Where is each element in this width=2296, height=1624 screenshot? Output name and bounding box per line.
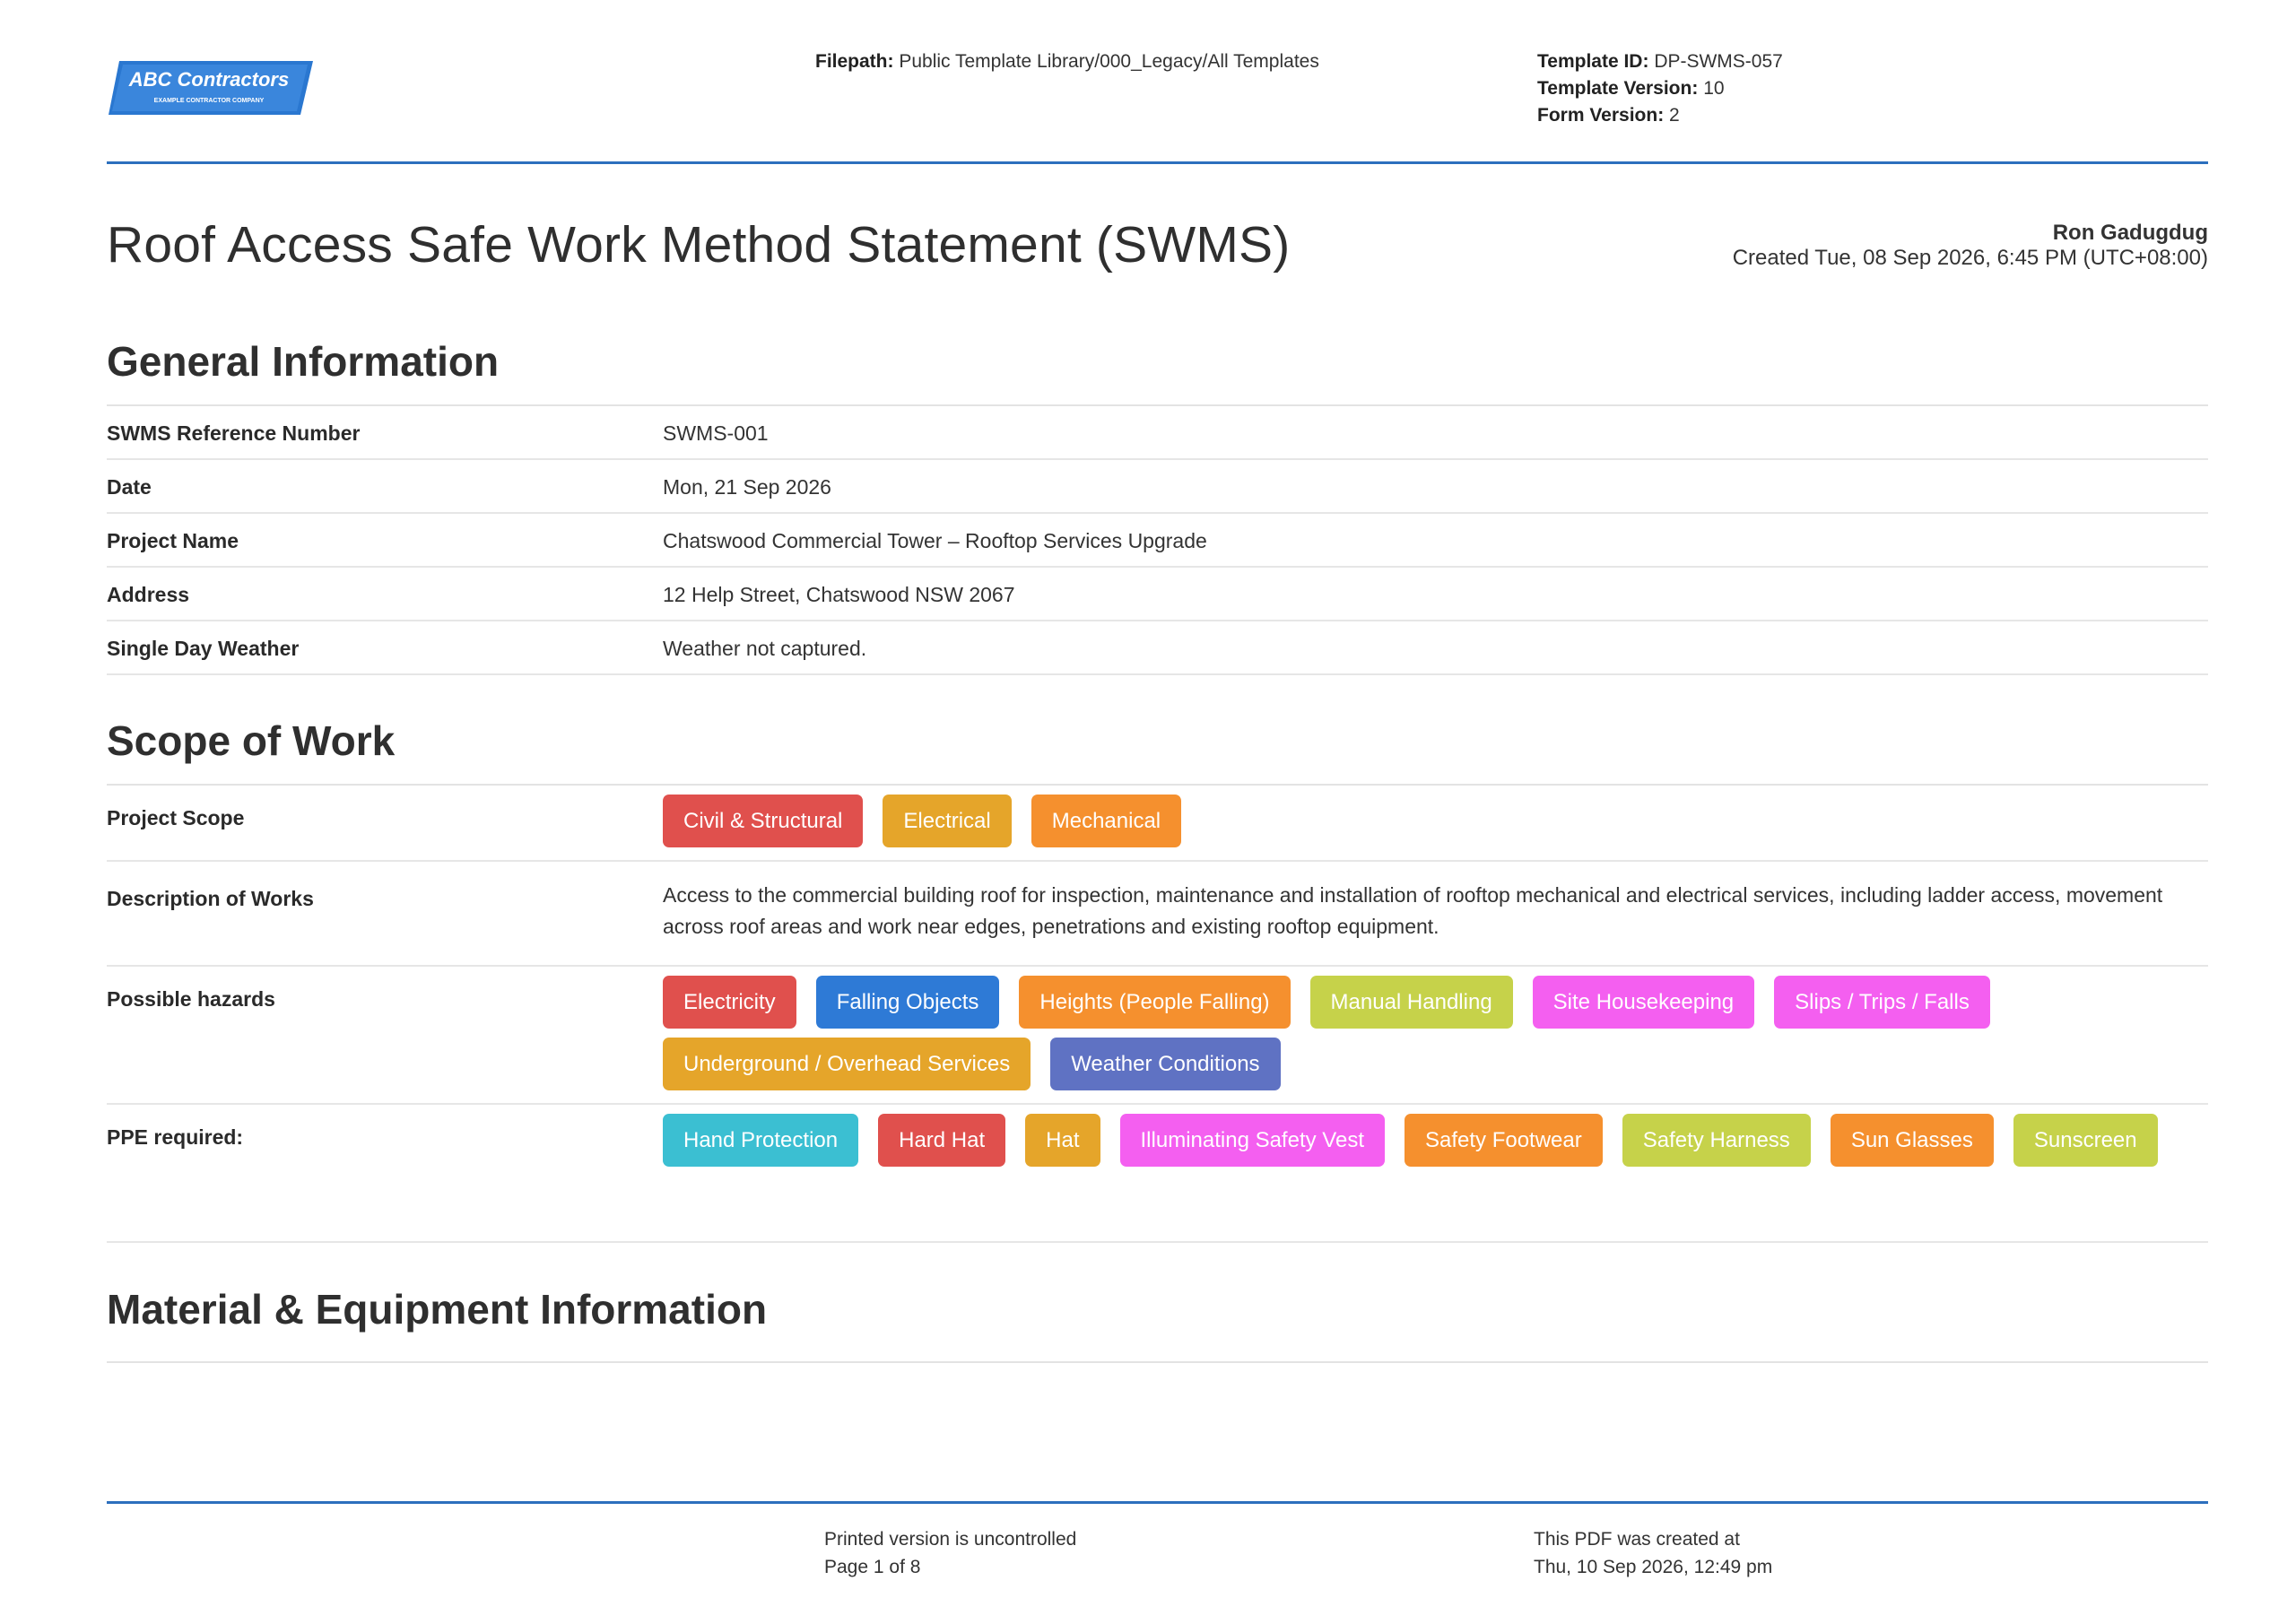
description-row: Description of Works Access to the comme… [107, 862, 2208, 967]
ppe-tag: Safety Footwear [1404, 1114, 1603, 1167]
document-header: ABC Contractors EXAMPLE CONTRACTOR COMPA… [107, 0, 2208, 164]
info-value: Chatswood Commercial Tower – Rooftop Ser… [663, 529, 1207, 552]
hazard-tag: Slips / Trips / Falls [1774, 976, 1990, 1029]
info-label: Address [107, 583, 190, 606]
author-block: Ron Gadugdug Created Tue, 08 Sep 2026, 6… [1733, 221, 2208, 271]
info-row-project-name: Project Name Chatswood Commercial Tower … [107, 514, 2208, 568]
section-heading-material: Material & Equipment Information [107, 1264, 2208, 1363]
footer-created-info: This PDF was created at Thu, 10 Sep 2026… [1534, 1525, 1772, 1581]
document-footer: Printed version is uncontrolled Page 1 o… [107, 1501, 2208, 1577]
description-value: Access to the commercial building roof f… [663, 883, 2163, 938]
page-title: Roof Access Safe Work Method Statement (… [107, 216, 1291, 274]
logo-name: ABC Contractors [128, 68, 289, 91]
info-label: Date [107, 475, 152, 499]
project-scope-label: Project Scope [107, 806, 245, 829]
template-version-label: Template Version: [1537, 78, 1699, 99]
ppe-label: PPE required: [107, 1125, 244, 1149]
project-scope-tags: Civil & Structural Electrical Mechanical [663, 795, 2205, 856]
info-row-address: Address 12 Help Street, Chatswood NSW 20… [107, 568, 2208, 621]
info-label: Single Day Weather [107, 637, 300, 660]
ppe-tag: Safety Harness [1622, 1114, 1811, 1167]
created-timestamp: Created Tue, 08 Sep 2026, 6:45 PM (UTC+0… [1732, 246, 2208, 270]
ppe-tag: Hard Hat [878, 1114, 1006, 1167]
hazard-tag: Heights (People Falling) [1019, 976, 1291, 1029]
project-scope-tag: Civil & Structural [663, 795, 864, 847]
ppe-tags: Hand Protection Hard Hat Hat Illuminating S… [663, 1114, 2205, 1176]
general-information-section: General Information SWMS Reference Numbe… [107, 317, 2208, 675]
info-value: 12 Help Street, Chatswood NSW 2067 [663, 583, 1015, 606]
ppe-tag: Hand Protection [663, 1114, 859, 1167]
template-meta-block: Template ID: DP-SWMS-057 Template Versio… [1537, 48, 1783, 129]
footer-page-info: Printed version is uncontrolled Page 1 o… [824, 1525, 1076, 1581]
scope-of-work-section: Scope of Work Project Scope Civil & Stru… [107, 696, 2208, 1243]
form-version-value: 2 [1669, 105, 1680, 126]
info-label: SWMS Reference Number [107, 421, 361, 445]
info-row-reference: SWMS Reference Number SWMS-001 [107, 406, 2208, 460]
hazard-tag: Weather Conditions [1050, 1038, 1281, 1090]
author-name: Ron Gadugdug [2052, 221, 2208, 245]
document-page: ABC Contractors EXAMPLE CONTRACTOR COMPA… [107, 0, 2208, 1624]
uncontrolled-notice: Printed version is uncontrolled [824, 1529, 1077, 1550]
hazards-row: Possible hazards Electricity Falling Obje… [107, 967, 2208, 1105]
hazard-tag: Manual Handling [1309, 976, 1513, 1029]
project-scope-tag: Mechanical [1031, 795, 1182, 847]
info-label: Project Name [107, 529, 239, 552]
info-row-weather: Single Day Weather Weather not captured. [107, 621, 2208, 675]
logo-tagline: EXAMPLE CONTRACTOR COMPANY [154, 98, 265, 104]
form-version-label: Form Version: [1537, 105, 1665, 126]
ppe-tag: Sun Glasses [1830, 1114, 1994, 1167]
section-heading-scope: Scope of Work [107, 696, 2208, 786]
filepath-value: Public Template Library/000_Legacy/All T… [899, 51, 1319, 72]
ppe-row: PPE required: Hand Protection Hard Hat Hat… [107, 1105, 2208, 1243]
hazard-tag: Electricity [663, 976, 796, 1029]
info-value: SWMS-001 [663, 421, 769, 445]
info-row-date: Date Mon, 21 Sep 2026 [107, 460, 2208, 514]
pdf-created-label: This PDF was created at [1534, 1529, 1740, 1550]
hazards-tags: Electricity Falling Objects Heights (Peopl… [663, 976, 2205, 1099]
template-version-value: 10 [1703, 78, 1725, 99]
ppe-tag: Hat [1025, 1114, 1100, 1167]
project-scope-row: Project Scope Civil & Structural Electric… [107, 786, 2208, 862]
description-label: Description of Works [107, 887, 314, 910]
template-id-value: DP-SWMS-057 [1654, 51, 1783, 72]
hazard-tag: Underground / Overhead Services [663, 1038, 1031, 1090]
info-value: Weather not captured. [663, 637, 867, 660]
material-equipment-section: Material & Equipment Information [107, 1264, 2208, 1363]
hazard-tag: Falling Objects [815, 976, 1000, 1029]
ppe-tag: Sunscreen [2013, 1114, 2158, 1167]
template-id-label: Template ID: [1537, 51, 1649, 72]
project-scope-tag: Electrical [883, 795, 1012, 847]
hazard-tag: Site Housekeeping [1532, 976, 1755, 1029]
hazards-label: Possible hazards [107, 987, 275, 1011]
info-value: Mon, 21 Sep 2026 [663, 475, 831, 499]
company-logo: ABC Contractors EXAMPLE CONTRACTOR COMPA… [109, 61, 313, 115]
ppe-tag: Illuminating Safety Vest [1119, 1114, 1385, 1167]
section-heading-general: General Information [107, 317, 2208, 406]
filepath-block: Filepath: Public Template Library/000_Le… [815, 48, 1319, 75]
filepath-label: Filepath: [815, 51, 894, 72]
page-number: Page 1 of 8 [824, 1557, 921, 1577]
pdf-created-value: Thu, 10 Sep 2026, 12:49 pm [1534, 1557, 1773, 1577]
